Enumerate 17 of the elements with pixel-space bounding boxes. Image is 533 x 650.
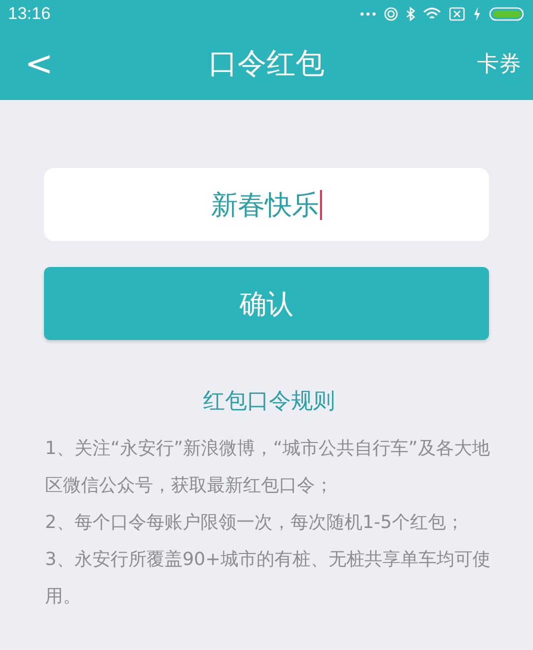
rule-text: 2、每个口令每账户限领一次，每次随机1-5个红包； [45,511,465,535]
wifi-icon [423,7,441,21]
bluetooth-icon [406,7,415,21]
coupons-link[interactable]: 卡券 [477,49,521,79]
confirm-button[interactable]: 确认 [44,267,489,340]
charging-icon [473,7,481,21]
rule-text: 1、关注“永安行”新浪微博，“城市公共自行车”及各大地区微信公众号，获取最新红包口令； [45,437,491,498]
status-time: 13:16 [8,4,51,24]
rule-text: 3、永安行所覆盖90+城市的有桩、无桩共享单车均可使用。 [45,548,492,609]
rules-title: 红包口令规则 [202,388,336,416]
battery-icon [489,7,525,21]
circle-icon [384,7,398,21]
sim-icon [449,7,465,21]
page-title: 口令红包 [208,46,324,80]
dots-icon [360,12,376,16]
code-input-field[interactable]: 新春快乐 [44,168,489,241]
back-button[interactable]: < [22,47,56,81]
